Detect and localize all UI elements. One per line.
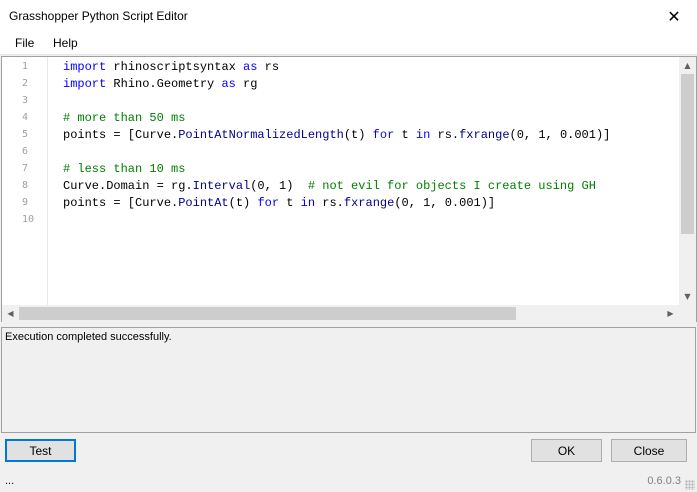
code-line[interactable]: points = [Curve.PointAtNormalizedLength(…: [63, 127, 610, 144]
code-token: points = [Curve.: [63, 128, 179, 142]
code-token: # less than 10 ms: [63, 162, 186, 176]
code-token: in: [300, 196, 316, 210]
window-title: Grasshopper Python Script Editor: [9, 9, 188, 23]
code-area[interactable]: import rhinoscriptsyntax as rs import Rhi…: [63, 57, 678, 305]
line-number: 9: [22, 197, 29, 208]
code-token: (t): [228, 196, 258, 210]
test-button[interactable]: Test: [5, 439, 76, 462]
code-token: PointAtNormalizedLength: [178, 128, 344, 142]
line-number: 7: [22, 163, 29, 174]
vertical-scroll-thumb[interactable]: [681, 74, 694, 234]
line-number: 2: [22, 78, 29, 89]
title-bar: Grasshopper Python Script Editor ✕: [0, 0, 697, 32]
code-token: rs.: [315, 196, 344, 210]
code-token: as: [243, 60, 258, 74]
version-label: 0.6.0.3: [647, 475, 681, 487]
line-number-gutter: 1 2 3 4 5 6 7 8 9 10: [2, 57, 48, 305]
code-token: t: [394, 128, 416, 142]
code-token: points = [Curve.: [63, 196, 179, 210]
close-window-icon[interactable]: ✕: [651, 0, 697, 32]
line-number: 10: [22, 214, 35, 225]
code-token: (t): [343, 128, 373, 142]
code-token: rhinoscriptsyntax: [106, 60, 244, 74]
code-token: for: [372, 128, 395, 142]
code-token: rg: [235, 77, 258, 91]
line-number: 6: [22, 146, 29, 157]
code-token: import: [63, 60, 107, 74]
vertical-scrollbar[interactable]: ▲ ▼: [679, 57, 696, 305]
code-line[interactable]: import rhinoscriptsyntax as rs: [63, 59, 279, 76]
code-token: rs.: [430, 128, 460, 142]
resize-grip-icon[interactable]: [685, 480, 695, 490]
code-line[interactable]: # more than 50 ms: [63, 110, 185, 127]
code-token: t: [279, 196, 301, 210]
code-token: rs: [257, 60, 280, 74]
code-token: for: [257, 196, 280, 210]
code-line[interactable]: import Rhino.Geometry as rg: [63, 76, 257, 93]
close-button[interactable]: Close: [611, 439, 687, 462]
ok-button[interactable]: OK: [531, 439, 602, 462]
code-token: Interval: [192, 179, 251, 193]
code-token: fxrange: [343, 196, 395, 210]
code-token: (0, 1): [250, 179, 308, 193]
code-token: fxrange: [459, 128, 510, 142]
line-number: 4: [22, 112, 29, 123]
code-line[interactable]: Curve.Domain = rg.Interval(0, 1) # not e…: [63, 178, 596, 195]
scroll-right-icon[interactable]: ▶: [662, 305, 679, 322]
code-editor[interactable]: 1 2 3 4 5 6 7 8 9 10 import rhinoscriptsyntax as …: [1, 56, 697, 322]
code-token: # not evil for objects I create using GH: [307, 179, 596, 193]
code-token: # more than 50 ms: [63, 111, 186, 125]
horizontal-scroll-thumb[interactable]: [19, 307, 516, 320]
code-token: (0, 1, 0.001)]: [509, 128, 611, 142]
code-token: Curve.Domain = rg.: [63, 179, 193, 193]
code-line[interactable]: # less than 10 ms: [63, 161, 185, 178]
line-number: 1: [22, 61, 29, 72]
scroll-left-icon[interactable]: ◀: [2, 305, 19, 322]
horizontal-scrollbar[interactable]: ◀ ▶: [2, 305, 679, 322]
code-token: Rhino.Geometry: [106, 77, 222, 91]
code-token: as: [221, 77, 236, 91]
menu-file[interactable]: File: [15, 36, 34, 50]
code-token: PointAt: [178, 196, 229, 210]
scroll-up-icon[interactable]: ▲: [679, 57, 696, 74]
line-number: 8: [22, 180, 29, 191]
output-panel: Execution completed successfully.: [1, 327, 696, 433]
code-token: in: [415, 128, 431, 142]
status-bar: ... 0.6.0.3: [0, 470, 697, 492]
code-token: import: [63, 77, 107, 91]
output-message: Execution completed successfully.: [5, 331, 172, 343]
line-number: 3: [22, 95, 29, 106]
code-token: (0, 1, 0.001)]: [394, 196, 496, 210]
line-number: 5: [22, 129, 29, 140]
code-line[interactable]: points = [Curve.PointAt(t) for t in rs.f…: [63, 195, 495, 212]
menu-help[interactable]: Help: [53, 36, 78, 50]
scroll-down-icon[interactable]: ▼: [679, 288, 696, 305]
scrollbar-corner: [679, 305, 696, 322]
menu-bar: File Help: [0, 32, 697, 55]
status-text: ...: [5, 475, 15, 487]
